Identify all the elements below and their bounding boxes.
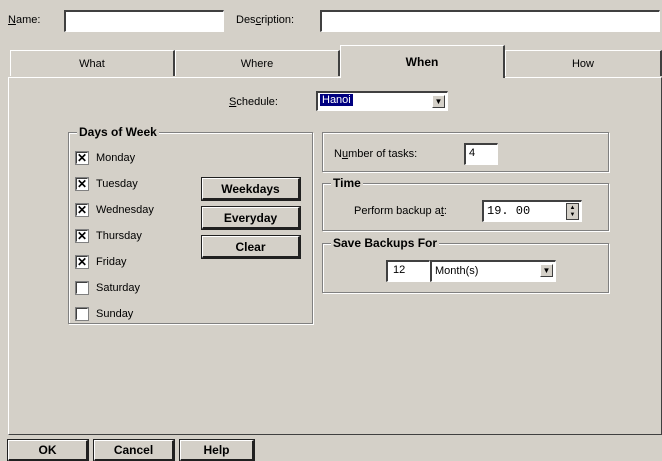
- check-icon: [75, 281, 89, 295]
- check-icon: ✕: [75, 229, 89, 243]
- check-icon: ✕: [75, 255, 89, 269]
- days-of-week-title: Days of Week: [77, 125, 159, 139]
- save-unit-select[interactable]: Month(s) ▼: [430, 260, 556, 282]
- tasks-input[interactable]: 4: [464, 143, 498, 165]
- wednesday-checkbox[interactable]: ✕ Wednesday: [75, 202, 154, 218]
- chevron-down-icon[interactable]: ▼: [540, 264, 553, 277]
- tab-where[interactable]: Where: [175, 50, 340, 76]
- ok-button[interactable]: OK: [7, 439, 89, 461]
- help-button[interactable]: Help: [179, 439, 255, 461]
- sunday-checkbox[interactable]: Sunday: [75, 306, 133, 322]
- tasks-label: Number of tasks:: [334, 148, 418, 160]
- check-icon: ✕: [75, 177, 89, 191]
- thursday-checkbox[interactable]: ✕ Thursday: [75, 228, 142, 244]
- saturday-checkbox[interactable]: Saturday: [75, 280, 140, 296]
- perform-backup-label: Perform backup at:: [354, 205, 447, 217]
- check-icon: ✕: [75, 203, 89, 217]
- backup-time-input[interactable]: 19. 00 ▲ ▼: [482, 200, 582, 222]
- check-icon: ✕: [75, 151, 89, 165]
- name-field[interactable]: [64, 10, 224, 32]
- spinner-icon[interactable]: ▲ ▼: [566, 203, 579, 220]
- tab-what[interactable]: What: [10, 50, 175, 76]
- everyday-button[interactable]: Everyday: [201, 206, 301, 230]
- clear-button[interactable]: Clear: [201, 235, 301, 259]
- monday-checkbox[interactable]: ✕ Monday: [75, 150, 135, 166]
- tab-how[interactable]: How: [505, 50, 662, 76]
- friday-checkbox[interactable]: ✕ Friday: [75, 254, 127, 270]
- tuesday-checkbox[interactable]: ✕ Tuesday: [75, 176, 138, 192]
- save-count-input[interactable]: 12: [386, 260, 430, 282]
- schedule-select[interactable]: Hanoi ▼: [316, 91, 448, 111]
- schedule-label: Schedule:: [229, 96, 278, 108]
- weekdays-button[interactable]: Weekdays: [201, 177, 301, 201]
- chevron-down-icon[interactable]: ▼: [432, 95, 445, 108]
- cancel-button[interactable]: Cancel: [93, 439, 175, 461]
- check-icon: [75, 307, 89, 321]
- description-label: Description:: [236, 14, 295, 26]
- schedule-selected-value: Hanoi: [320, 94, 353, 106]
- description-field[interactable]: [320, 10, 660, 32]
- save-backups-title: Save Backups For: [331, 236, 440, 250]
- name-label: Name:: [8, 14, 41, 26]
- tab-when[interactable]: When: [340, 45, 505, 78]
- time-title: Time: [331, 176, 363, 190]
